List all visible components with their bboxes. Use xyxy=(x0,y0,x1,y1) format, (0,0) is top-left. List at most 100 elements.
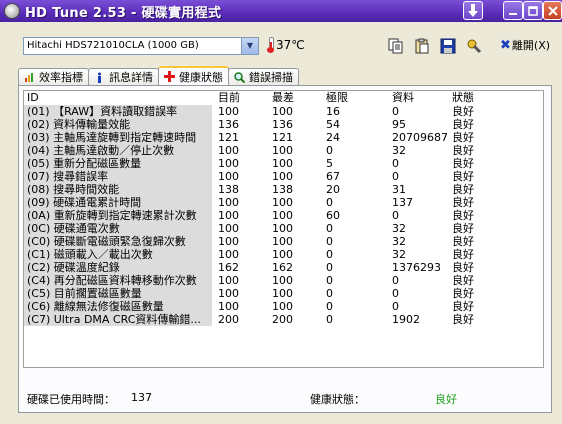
smart-table[interactable]: ID 目前 最差 極限 資料 狀態 (01) 【RAW】資料讀取錯誤率 100 10… xyxy=(23,90,544,368)
table-cell: 31 xyxy=(392,183,406,196)
table-cell: (07) 搜尋錯誤率 xyxy=(24,170,212,183)
table-cell: 良好 xyxy=(452,196,474,209)
table-cell: 121 xyxy=(272,131,293,144)
magnifier-icon xyxy=(234,71,245,83)
table-row[interactable]: (01) 【RAW】資料讀取錯誤率 100 100 16 0 良好 xyxy=(24,105,543,118)
table-row[interactable]: (C6) 離線無法修復磁區數量 100 100 0 0 良好 xyxy=(24,300,543,313)
table-cell: (C0) 硬碟斷電磁頭緊急復歸次數 xyxy=(24,235,212,248)
table-cell: (03) 主軸馬達旋轉到指定轉速時間 xyxy=(24,131,212,144)
table-cell: 100 xyxy=(272,287,293,300)
minimize-button[interactable] xyxy=(503,1,523,20)
drive-select-value: Hitachi HDS721010CLA (1000 GB) xyxy=(27,40,199,51)
table-cell: 0 xyxy=(326,235,333,248)
table-cell: 100 xyxy=(218,157,239,170)
table-header: ID 目前 最差 極限 資料 狀態 xyxy=(24,91,543,105)
health-panel: ID 目前 最差 極限 資料 狀態 (01) 【RAW】資料讀取錯誤率 100 10… xyxy=(18,85,552,413)
table-cell: 100 xyxy=(272,235,293,248)
tab-label: 錯誤掃描 xyxy=(249,71,293,84)
table-row[interactable]: (C4) 再分配磁區資料轉移動作次數 100 100 0 0 良好 xyxy=(24,274,543,287)
table-cell: 137 xyxy=(392,196,413,209)
table-cell: (09) 硬碟通電累計時間 xyxy=(24,196,212,209)
table-cell: 100 xyxy=(218,209,239,222)
table-row[interactable]: (04) 主軸馬達啟動／停止次數 100 100 0 32 良好 xyxy=(24,144,543,157)
table-cell: 100 xyxy=(272,222,293,235)
floppy-icon xyxy=(440,38,455,53)
table-cell: 0 xyxy=(326,287,333,300)
column-header: 資料 xyxy=(392,91,414,104)
tab-label: 訊息詳情 xyxy=(109,71,153,84)
title-bar[interactable]: HD Tune 2.53 - 硬碟實用程式 xyxy=(0,0,562,22)
table-cell: 162 xyxy=(218,261,239,274)
chevron-down-icon[interactable]: ▼ xyxy=(241,38,258,54)
table-cell: 良好 xyxy=(452,248,474,261)
copy-screenshot-button[interactable] xyxy=(412,36,431,55)
table-cell: 100 xyxy=(218,274,239,287)
table-cell: 0 xyxy=(326,248,333,261)
exit-button[interactable]: ✖ 離開(X) xyxy=(500,37,550,53)
table-cell: 0 xyxy=(326,144,333,157)
table-cell: 0 xyxy=(326,261,333,274)
table-cell: 32 xyxy=(392,144,406,157)
info-icon xyxy=(94,72,105,83)
table-cell: 95 xyxy=(392,118,406,131)
table-row[interactable]: (0A) 重新旋轉到指定轉速累計次數 100 100 60 0 良好 xyxy=(24,209,543,222)
maximize-button[interactable] xyxy=(523,1,543,20)
table-row[interactable]: (C0) 硬碟斷電磁頭緊急復歸次數 100 100 0 32 良好 xyxy=(24,235,543,248)
save-button[interactable] xyxy=(438,36,457,55)
table-row[interactable]: (08) 搜尋時間效能 138 138 20 31 良好 xyxy=(24,183,543,196)
table-cell: 100 xyxy=(272,157,293,170)
table-cell: 5 xyxy=(326,157,333,170)
tools-icon xyxy=(467,39,481,53)
exit-label: 離開(X) xyxy=(511,39,551,52)
table-row[interactable]: (05) 重新分配磁區數量 100 100 5 0 良好 xyxy=(24,157,543,170)
temperature-indicator: 37℃ xyxy=(267,37,305,53)
tab-benchmark[interactable]: 效率指標 xyxy=(18,68,89,85)
table-row[interactable]: (07) 搜尋錯誤率 100 100 67 0 良好 xyxy=(24,170,543,183)
power-on-time-value: 137 xyxy=(131,391,152,404)
table-cell: 100 xyxy=(272,144,293,157)
power-on-time-label: 硬碟已使用時間： xyxy=(27,393,115,406)
table-cell: 100 xyxy=(272,209,293,222)
column-header: 最差 xyxy=(272,91,294,104)
drive-select[interactable]: Hitachi HDS721010CLA (1000 GB) ▼ xyxy=(23,37,259,55)
copy-text-button[interactable] xyxy=(386,36,405,55)
table-cell: 100 xyxy=(272,248,293,261)
table-cell: (04) 主軸馬達啟動／停止次數 xyxy=(24,144,212,157)
tab-health[interactable]: 健康狀態 xyxy=(158,66,229,85)
table-row[interactable]: (03) 主軸馬達旋轉到指定轉速時間 121 121 24 20709687 良好 xyxy=(24,131,543,144)
table-cell: 良好 xyxy=(452,157,474,170)
table-cell: 良好 xyxy=(452,261,474,274)
clipboard-icon xyxy=(415,38,428,53)
table-cell: 100 xyxy=(272,274,293,287)
table-cell: 0 xyxy=(326,196,333,209)
table-cell: 良好 xyxy=(452,313,474,326)
table-cell: (01) 【RAW】資料讀取錯誤率 xyxy=(24,105,212,118)
table-cell: 100 xyxy=(218,170,239,183)
download-icon[interactable] xyxy=(463,1,483,20)
table-row[interactable]: (02) 資料傳輸量效能 136 136 54 95 良好 xyxy=(24,118,543,131)
tab-label: 效率指標 xyxy=(39,71,83,84)
tab-info[interactable]: 訊息詳情 xyxy=(88,68,159,85)
table-cell: 100 xyxy=(218,235,239,248)
tab-error-scan[interactable]: 錯誤掃描 xyxy=(228,68,299,85)
table-cell: 136 xyxy=(272,118,293,131)
table-cell: 0 xyxy=(392,170,399,183)
table-row[interactable]: (C7) Ultra DMA CRC資料傳輸錯... 200 200 0 1902 良好 xyxy=(24,313,543,326)
table-row[interactable]: (09) 硬碟通電累計時間 100 100 0 137 良好 xyxy=(24,196,543,209)
table-row[interactable]: (C2) 硬碟溫度紀錄 162 162 0 1376293 良好 xyxy=(24,261,543,274)
table-cell: 1376293 xyxy=(392,261,441,274)
column-header: 目前 xyxy=(218,91,240,104)
table-cell: 0 xyxy=(392,300,399,313)
column-header: 極限 xyxy=(326,91,348,104)
table-cell: 100 xyxy=(218,300,239,313)
table-cell: (C7) Ultra DMA CRC資料傳輸錯... xyxy=(24,313,212,326)
table-cell: 0 xyxy=(326,222,333,235)
close-button[interactable] xyxy=(543,1,562,20)
table-cell: (C5) 目前擱置磁區數量 xyxy=(24,287,212,300)
options-button[interactable] xyxy=(464,36,483,55)
table-cell: (0A) 重新旋轉到指定轉速累計次數 xyxy=(24,209,212,222)
table-cell: 100 xyxy=(272,105,293,118)
table-row[interactable]: (C5) 目前擱置磁區數量 100 100 0 0 良好 xyxy=(24,287,543,300)
table-row[interactable]: (C1) 磁頭載入／載出次數 100 100 0 32 良好 xyxy=(24,248,543,261)
table-row[interactable]: (0C) 硬碟通電次數 100 100 0 32 良好 xyxy=(24,222,543,235)
